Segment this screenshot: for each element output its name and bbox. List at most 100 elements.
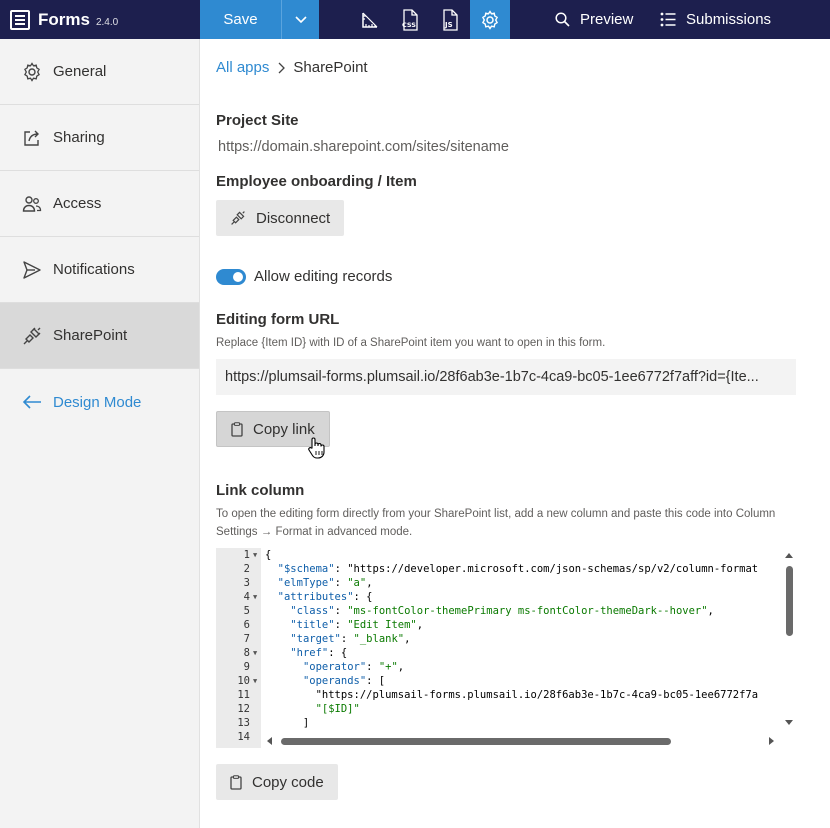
save-options-dropdown[interactable] xyxy=(281,0,319,39)
allow-editing-label: Allow editing records xyxy=(254,268,393,285)
sidebar-item-label: General xyxy=(53,63,107,80)
js-editor-button[interactable]: JS xyxy=(430,0,470,39)
code-text: "operands": [ xyxy=(302,675,386,687)
line-number: 13 xyxy=(237,717,250,729)
layout-editor-button[interactable] xyxy=(350,0,390,39)
link-column-help: To open the editing form directly from y… xyxy=(216,508,776,538)
fold-toggle-icon[interactable]: ▼ xyxy=(253,646,257,660)
disconnect-label: Disconnect xyxy=(256,209,331,227)
line-number: 11 xyxy=(237,689,250,701)
settings-sidebar: General Sharing Access Notifications Sha… xyxy=(0,39,200,828)
code-text: "operator": "+", xyxy=(302,661,405,673)
link-column-title: Link column xyxy=(216,482,305,499)
users-icon xyxy=(22,195,42,212)
project-site-url: https://domain.sharepoint.com/sites/site… xyxy=(218,139,509,155)
css-file-icon: CSS xyxy=(402,8,418,31)
app-name: Forms xyxy=(38,9,90,29)
plug-icon xyxy=(23,327,41,344)
allow-editing-toggle[interactable] xyxy=(216,268,246,285)
submissions-button[interactable]: Submissions xyxy=(660,0,771,39)
forms-logo-icon xyxy=(10,9,30,30)
line-number: 3 xyxy=(243,577,250,589)
sidebar-item-notifications[interactable]: Notifications xyxy=(0,237,199,303)
horizontal-scroll-thumb[interactable] xyxy=(281,738,671,745)
fold-toggle-icon[interactable]: ▼ xyxy=(253,548,257,562)
code-text: { xyxy=(265,549,272,561)
project-site-title: Project Site xyxy=(216,112,299,129)
preview-label: Preview xyxy=(580,11,634,28)
sidebar-item-label: Sharing xyxy=(53,129,105,146)
arrow-left-icon xyxy=(22,395,41,409)
vertical-scrollbar[interactable] xyxy=(782,548,796,734)
design-mode-label: Design Mode xyxy=(53,393,142,411)
copy-link-label: Copy link xyxy=(253,420,315,438)
list-icon xyxy=(660,12,676,27)
code-text: "$schema": "https://developer.microsoft.… xyxy=(277,563,759,575)
design-mode-link[interactable]: Design Mode xyxy=(0,369,199,435)
plug-icon xyxy=(231,211,245,225)
horizontal-scrollbar[interactable] xyxy=(261,734,782,748)
gear-icon xyxy=(481,9,499,30)
disconnect-button[interactable]: Disconnect xyxy=(216,200,345,236)
clipboard-icon xyxy=(230,774,242,790)
fold-toggle-icon[interactable]: ▼ xyxy=(253,590,257,604)
app-version: 2.4.0 xyxy=(95,16,119,28)
scroll-left-arrow-icon[interactable] xyxy=(266,737,272,745)
line-number: 12 xyxy=(237,703,250,715)
chevron-down-icon xyxy=(294,15,307,23)
scroll-right-arrow-icon[interactable] xyxy=(769,737,775,745)
submissions-label: Submissions xyxy=(686,11,772,28)
line-number: 8 xyxy=(243,647,250,659)
sidebar-item-label: SharePoint xyxy=(53,327,128,344)
top-toolbar: Forms 2.4.0 Save CSS JS Preview Submissi… xyxy=(0,0,830,39)
gear-icon xyxy=(24,61,40,82)
line-number: 4 xyxy=(243,591,250,603)
breadcrumb-all-apps[interactable]: All apps xyxy=(216,59,269,76)
editing-url-title: Editing form URL xyxy=(216,311,340,328)
copy-code-button[interactable]: Copy code xyxy=(216,764,338,800)
code-text: "https://plumsail-forms.plumsail.io/28f6… xyxy=(265,689,759,701)
save-button[interactable]: Save xyxy=(200,0,281,39)
svg-text:CSS: CSS xyxy=(402,21,416,29)
code-text: "target": "_blank", xyxy=(290,633,411,645)
sidebar-item-label: Access xyxy=(53,195,102,212)
line-number: 9 xyxy=(243,661,250,673)
code-text: "attributes": { xyxy=(277,591,373,603)
scroll-up-arrow-icon[interactable] xyxy=(785,552,793,558)
line-number: 10 xyxy=(237,675,250,687)
line-number: 5 xyxy=(243,605,250,617)
css-editor-button[interactable]: CSS xyxy=(390,0,430,39)
chevron-right-icon xyxy=(278,62,286,73)
sidebar-item-access[interactable]: Access xyxy=(0,171,199,237)
line-number: 6 xyxy=(243,619,250,631)
code-editor[interactable]: 1 ▼{2 "$schema": "https://developer.micro… xyxy=(216,548,796,748)
svg-text:JS: JS xyxy=(444,21,453,29)
code-text: "[$ID]" xyxy=(315,703,360,715)
sidebar-item-general[interactable]: General xyxy=(0,39,199,105)
share-icon xyxy=(24,130,39,146)
clipboard-icon xyxy=(231,421,243,437)
app-brand: Forms 2.4.0 xyxy=(0,0,200,39)
preview-button[interactable]: Preview xyxy=(555,0,633,39)
breadcrumb: All apps SharePoint xyxy=(216,59,368,76)
code-text: "href": { xyxy=(290,647,348,659)
line-number: 7 xyxy=(243,633,250,645)
sidebar-item-label: Notifications xyxy=(53,261,135,278)
sidebar-item-sharing[interactable]: Sharing xyxy=(0,105,199,171)
editing-url-value: https://plumsail-forms.plumsail.io/28f6a… xyxy=(225,369,759,385)
editing-url-help: Replace {Item ID} with ID of a SharePoin… xyxy=(216,337,606,349)
fold-toggle-icon[interactable]: ▼ xyxy=(253,674,257,688)
breadcrumb-current: SharePoint xyxy=(293,59,368,76)
sidebar-item-sharepoint[interactable]: SharePoint xyxy=(0,303,199,369)
line-number: 14 xyxy=(237,731,250,743)
scroll-down-arrow-icon[interactable] xyxy=(785,720,793,726)
code-text: "class": "ms-fontColor-themePrimary ms-f… xyxy=(290,605,714,617)
vertical-scroll-thumb[interactable] xyxy=(786,566,793,636)
search-icon xyxy=(555,12,570,27)
settings-button[interactable] xyxy=(470,0,510,39)
list-title: Employee onboarding / Item xyxy=(216,173,417,190)
editing-url-field[interactable]: https://plumsail-forms.plumsail.io/28f6a… xyxy=(216,359,796,395)
hand-cursor-icon xyxy=(308,437,325,459)
code-text: ] xyxy=(265,717,310,729)
line-number: 2 xyxy=(243,563,250,575)
